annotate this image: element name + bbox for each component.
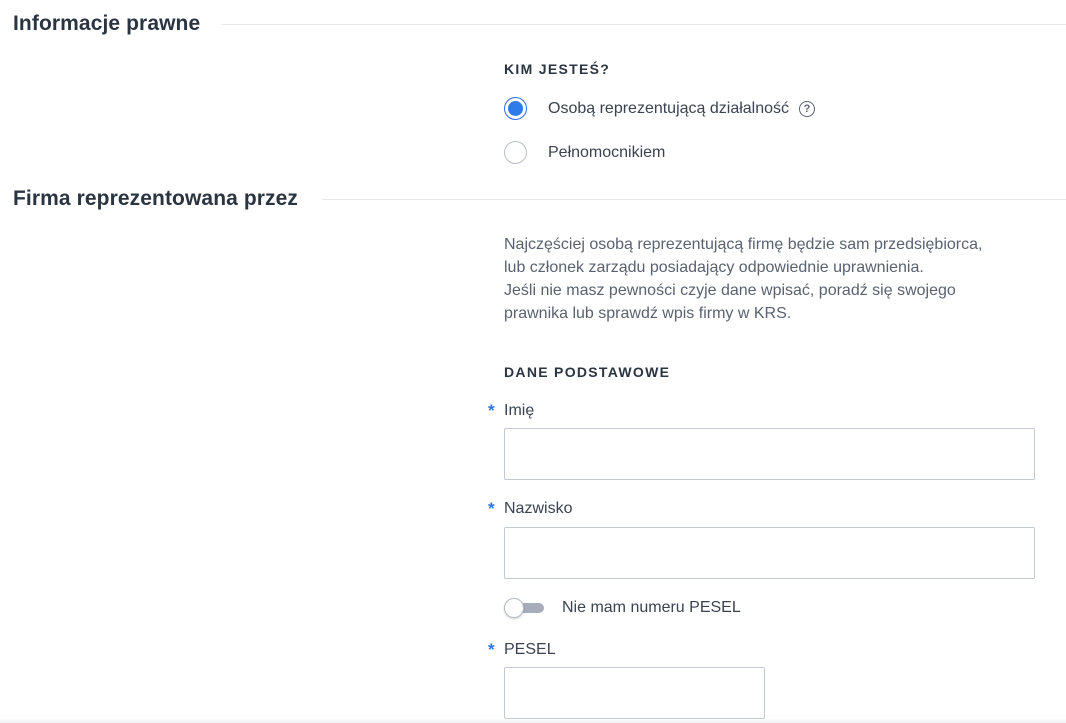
info-text-line: lub członek zarządu posiadający odpowied… [504,259,924,276]
no-pesel-toggle-label: Nie mam numeru PESEL [562,599,741,616]
toggle-knob [504,598,524,618]
required-marker: * [488,499,495,518]
pesel-input[interactable] [504,667,765,719]
info-text-line: Najczęściej osobą reprezentującą firmę b… [504,236,983,253]
company-represented-divider [322,199,1066,200]
radio-representative-label: Osobą reprezentującą działalność [548,99,790,117]
info-text-line: prawnika lub sprawdź wpis firmy w KRS. [504,305,792,322]
info-text-line: Jeśli nie masz pewności czyje dane wpisa… [504,282,956,299]
radio-representative-control[interactable] [504,97,527,120]
legal-info-divider [222,24,1066,25]
last-name-label: Nazwisko [504,500,573,517]
required-marker: * [488,640,495,659]
radio-proxy-control[interactable] [504,141,527,164]
first-name-label: Imię [504,402,535,419]
required-marker: * [488,401,495,420]
basic-data-label: DANE PODSTAWOWE [504,364,671,380]
who-are-you-label: KIM JESTEŚ? [504,61,611,77]
radio-proxy[interactable]: Pełnomocnikiem [504,141,665,164]
legal-info-title: Informacje prawne [13,12,201,35]
company-represented-title: Firma reprezentowana przez [13,187,299,210]
page-bottom-shade [0,718,1066,723]
radio-proxy-label: Pełnomocnikiem [548,143,666,161]
first-name-input[interactable] [504,428,1035,480]
question-circle-icon[interactable]: ? [799,100,816,117]
no-pesel-toggle[interactable] [504,598,544,618]
representative-info-text: Najczęściej osobą reprezentującą firmę b… [504,233,1044,325]
radio-representative[interactable]: Osobą reprezentującą działalność ? [504,97,816,120]
last-name-input[interactable] [504,527,1035,579]
pesel-label: PESEL [504,641,556,658]
